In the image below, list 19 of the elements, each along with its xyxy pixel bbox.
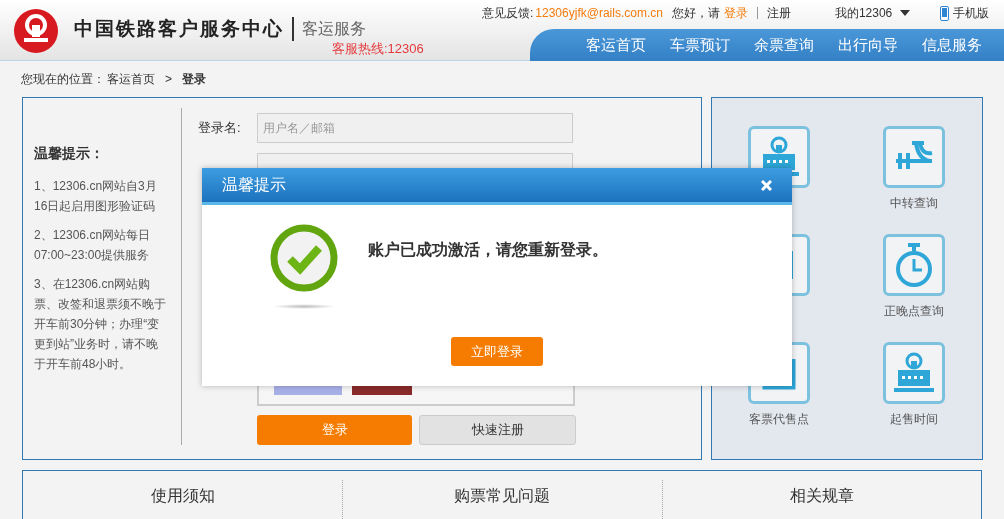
service-label: 中转查询: [890, 195, 938, 212]
hotline-text: 客服热线:12306: [332, 40, 424, 58]
breadcrumb-label: 您现在的位置：: [21, 71, 105, 88]
dialog-title: 温馨提示: [222, 175, 286, 195]
greeting-text: 您好，请: [671, 5, 720, 22]
site-subtitle: 客运服务: [302, 19, 366, 40]
service-label: 客票代售点: [749, 411, 809, 428]
tip-text: 3、在12306.cn网站购票、改签和退票须不晚于开车前30分钟；办理“变更到站”业务时，请不晚于开车前48小时。: [34, 276, 167, 373]
dialog-message: 账户已成功激活，请您重新登录。: [368, 240, 608, 260]
breadcrumb-current: 登录: [182, 71, 206, 88]
tip-text: 1、12306.cn网站自3月16日起启用图形验证码: [34, 178, 158, 215]
service-label: 正晚点查询: [884, 303, 944, 320]
tips-title: 温馨提示：: [34, 144, 105, 163]
feedback-label: 意见反馈:: [482, 5, 534, 22]
breadcrumb-separator: >: [165, 71, 172, 88]
service-label: 起售时间: [890, 411, 938, 428]
tip-text: 2、12306.cn网站每日07:00~23:00提供服务: [34, 227, 152, 264]
site-title: 中国铁路客户服务中心: [74, 17, 284, 41]
username-label: 登录名:: [198, 119, 242, 138]
